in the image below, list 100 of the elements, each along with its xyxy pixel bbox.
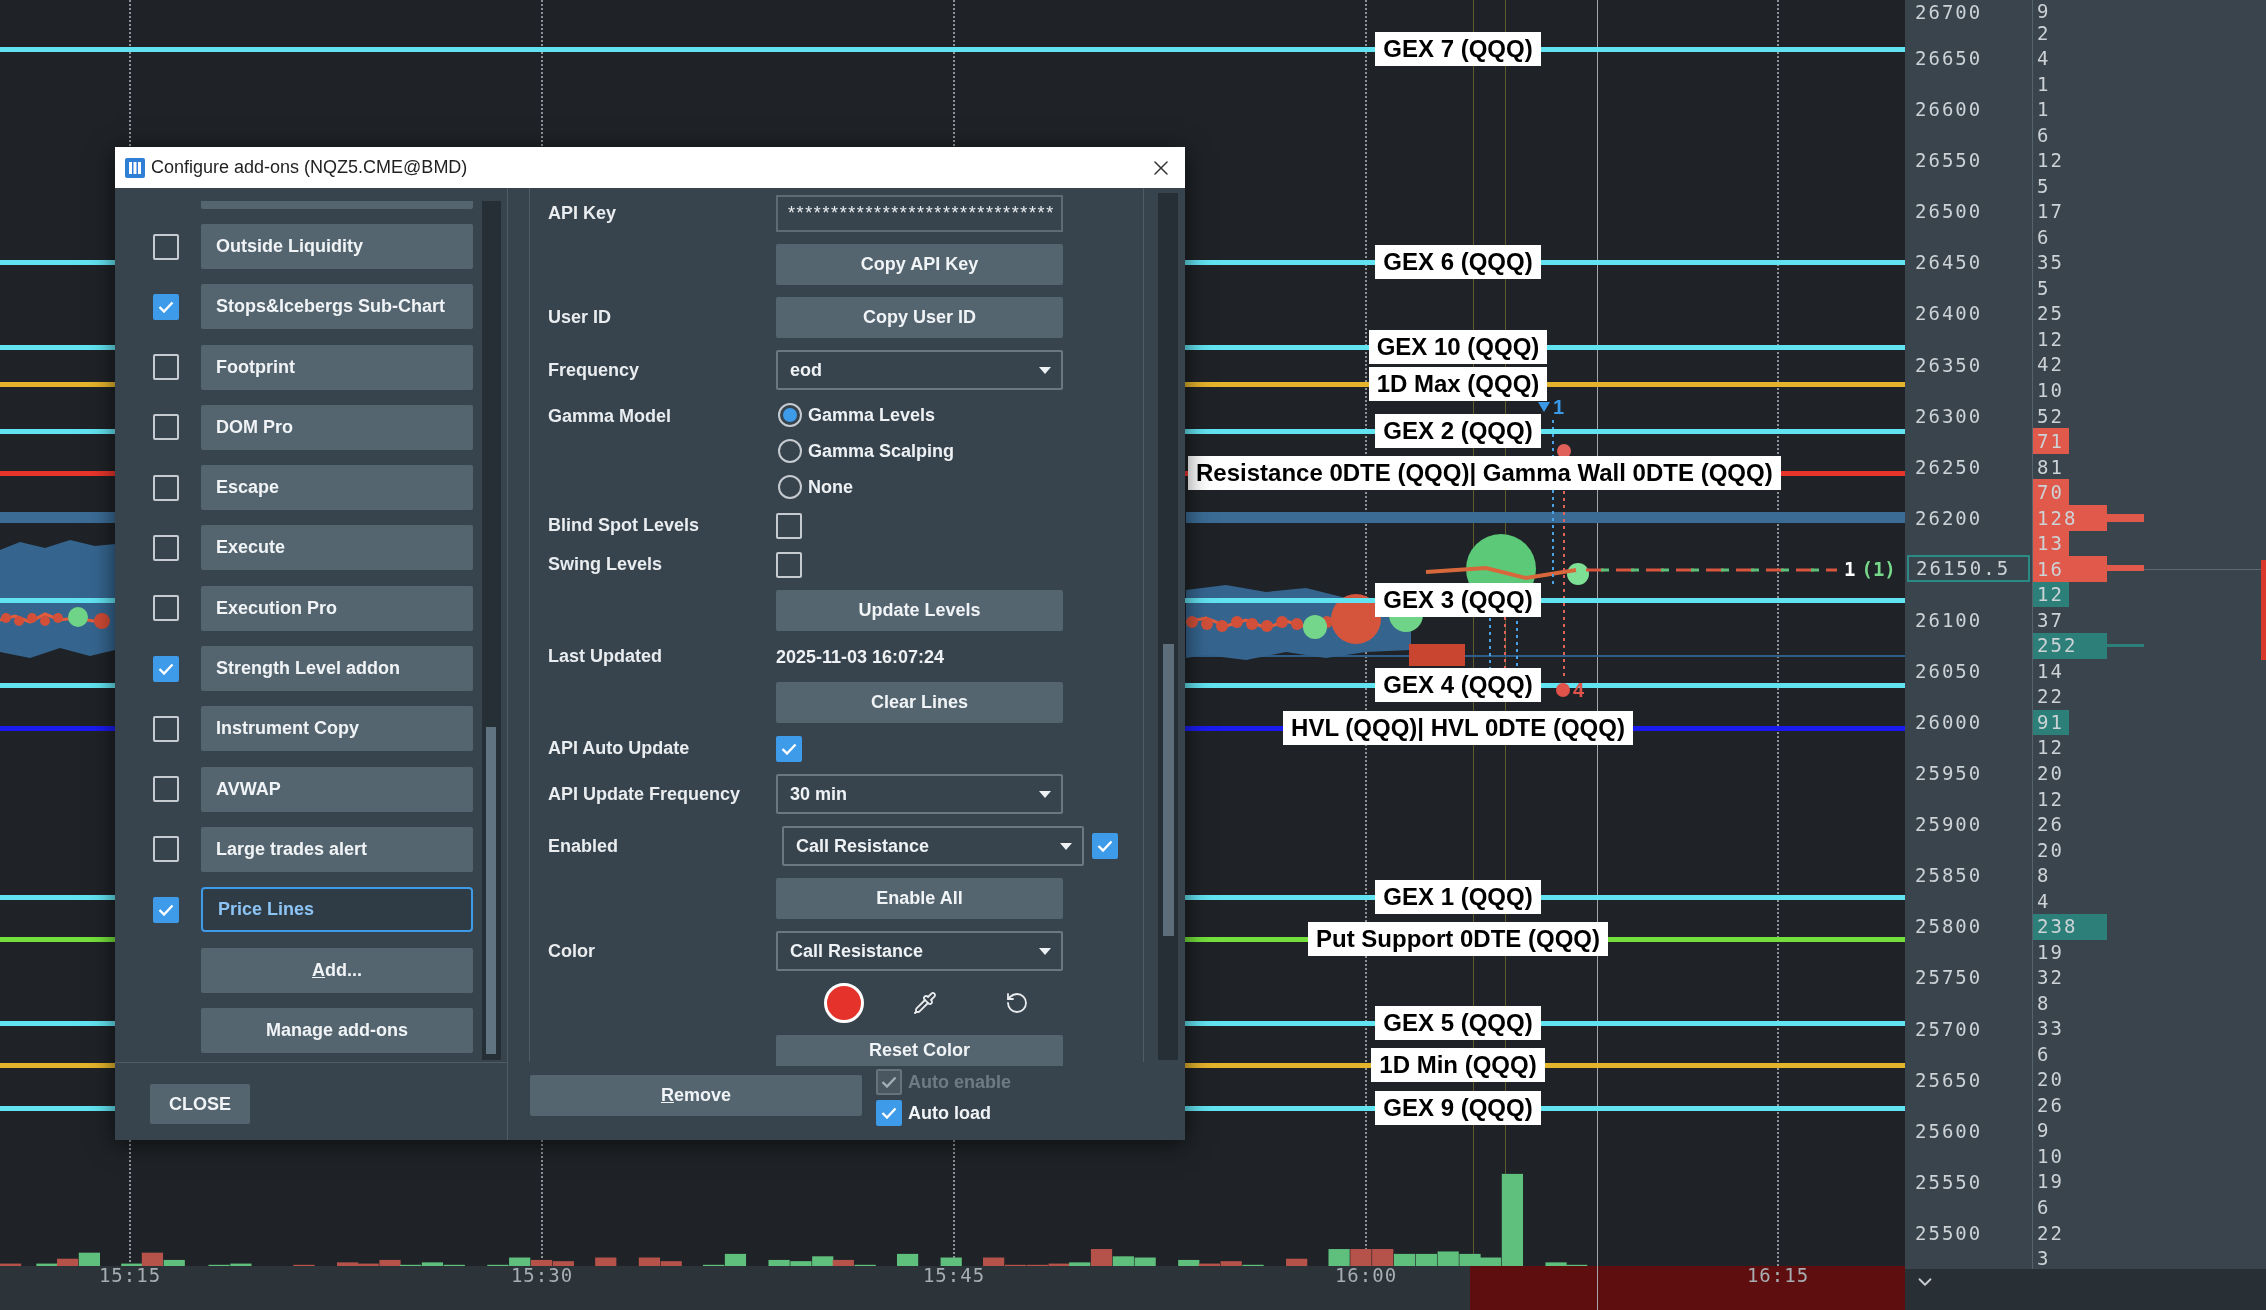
volume-count: 5 xyxy=(2037,174,2051,197)
level-label: GEX 9 (QQQ) xyxy=(1375,1091,1541,1125)
checkbox[interactable] xyxy=(153,655,179,682)
checkbox[interactable] xyxy=(153,233,179,260)
addon-action-button[interactable]: Add... xyxy=(201,947,473,993)
addon-item[interactable]: Instrument Copy xyxy=(201,706,473,752)
checkbox[interactable] xyxy=(153,474,179,501)
field-label: API Key xyxy=(548,203,617,223)
checkbox[interactable] xyxy=(776,551,802,578)
radio-option[interactable]: Gamma Levels xyxy=(778,402,955,428)
addon-action-button[interactable]: Manage add-ons xyxy=(201,1007,473,1053)
volume-count: 5 xyxy=(2037,276,2051,299)
addon-item[interactable]: Escape xyxy=(201,465,473,511)
volume-count: 20 xyxy=(2037,1068,2064,1091)
caret-icon xyxy=(1039,790,1051,798)
addon-item[interactable]: AVWAP xyxy=(201,766,473,812)
addon-item[interactable]: Outside Liquidity xyxy=(201,224,473,269)
checkbox[interactable] xyxy=(153,354,179,381)
circular-arrow-icon[interactable] xyxy=(1005,991,1029,1015)
level-label: Put Support 0DTE (QQQ) xyxy=(1308,922,1608,956)
level-label: GEX 4 (QQQ) xyxy=(1375,668,1541,702)
checkbox[interactable] xyxy=(153,836,179,863)
addon-item[interactable]: Footprint xyxy=(201,344,473,390)
radio-option[interactable]: None xyxy=(778,474,955,500)
addon-item[interactable]: Execution Pro xyxy=(201,585,473,631)
price-tick-label: 26000 xyxy=(1915,710,1983,735)
price-tick-label: 26050 xyxy=(1915,658,1983,683)
app-icon xyxy=(125,157,145,178)
close-dialog-button[interactable]: CLOSE xyxy=(150,1084,250,1124)
volume-count: 19 xyxy=(2037,940,2064,963)
checkmark-icon xyxy=(158,662,174,675)
addon-item[interactable]: DOM Pro xyxy=(201,404,473,450)
dropdown[interactable]: Call Resistance xyxy=(776,931,1063,971)
volume-count: 32 xyxy=(2037,966,2064,989)
price-tick-label: 26250 xyxy=(1915,454,1983,479)
volume-count: 33 xyxy=(2037,1017,2064,1040)
time-label: 15:30 xyxy=(510,1263,574,1288)
level-label: 1D Min (QQQ) xyxy=(1371,1048,1545,1082)
time-label: 16:15 xyxy=(1746,1263,1810,1288)
price-tick-label: 25850 xyxy=(1915,863,1983,888)
volume-count: 17 xyxy=(2037,200,2064,223)
level-label: GEX 5 (QQQ) xyxy=(1375,1006,1541,1040)
checkmark-icon xyxy=(881,1107,897,1119)
volume-count: 26 xyxy=(2037,1093,2064,1116)
addon-item[interactable]: Price Lines xyxy=(201,887,473,933)
addon-item[interactable]: Strength Level addon xyxy=(201,646,473,692)
dropdown[interactable]: 30 min xyxy=(776,774,1063,814)
price-tick-label: 25700 xyxy=(1915,1016,1983,1041)
checkmark-icon xyxy=(881,1076,897,1088)
scrollbar-thumb[interactable] xyxy=(1163,644,1174,936)
radio-option[interactable]: Gamma Scalping xyxy=(778,438,955,464)
addon-item[interactable]: Large trades alert xyxy=(201,826,473,872)
volume-count: 12 xyxy=(2037,149,2064,172)
checkbox[interactable] xyxy=(1092,833,1118,859)
checkbox[interactable] xyxy=(153,595,179,622)
password-field[interactable]: ******************************* xyxy=(776,195,1063,232)
field-label: Gamma Model xyxy=(548,406,672,426)
scrollbar-thumb[interactable] xyxy=(486,727,496,1054)
volume-count: 6 xyxy=(2037,1042,2051,1065)
price-tick-label: 25600 xyxy=(1915,1118,1983,1143)
settings-button[interactable]: Copy API Key xyxy=(776,244,1063,285)
time-label: 16:00 xyxy=(1334,1263,1398,1288)
checkbox[interactable] xyxy=(153,414,179,441)
settings-button[interactable]: Clear Lines xyxy=(776,682,1063,723)
dropdown[interactable]: eod xyxy=(776,350,1063,390)
level-label: HVL (QQQ)| HVL 0DTE (QQQ) xyxy=(1283,711,1633,745)
volume-count: 6 xyxy=(2037,1196,2051,1218)
addon-item[interactable]: Execute xyxy=(201,525,473,571)
color-swatch-icon[interactable] xyxy=(824,983,864,1023)
price-tick-label: 26500 xyxy=(1915,199,1983,224)
checkbox[interactable] xyxy=(153,715,179,742)
checkbox[interactable] xyxy=(153,535,179,561)
field-label: Frequency xyxy=(548,359,640,380)
checkbox[interactable] xyxy=(776,735,802,762)
eyedropper-icon[interactable] xyxy=(913,991,937,1015)
checkmark-icon xyxy=(158,903,174,916)
remove-button[interactable]: Remove xyxy=(530,1075,862,1116)
settings-button[interactable]: Reset Color xyxy=(776,1035,1063,1066)
price-tick-label: 25800 xyxy=(1915,914,1983,939)
addon-item[interactable]: Stops&Icebergs Sub-Chart xyxy=(201,284,473,330)
level-label: 1D Max (QQQ) xyxy=(1368,367,1548,401)
dropdown[interactable]: Call Resistance xyxy=(782,826,1084,866)
volume-count: 6 xyxy=(2037,225,2051,248)
checkbox[interactable] xyxy=(153,293,179,320)
settings-button[interactable]: Enable All xyxy=(776,878,1063,919)
position-detail: (1) xyxy=(1861,557,1896,581)
price-tick-label: 25900 xyxy=(1915,812,1983,837)
checkbox[interactable] xyxy=(153,776,179,803)
checkbox[interactable] xyxy=(776,512,802,539)
time-label: 15:45 xyxy=(922,1263,986,1288)
price-tick-label: 25950 xyxy=(1915,761,1983,786)
checkbox[interactable] xyxy=(876,1100,902,1126)
settings-button[interactable]: Copy User ID xyxy=(776,297,1063,338)
marker-count: 1 xyxy=(1553,396,1565,418)
option-label: Auto load xyxy=(908,1101,991,1125)
level-label: Resistance 0DTE (QQQ)| Gamma Wall 0DTE (QQQ) xyxy=(1188,456,1781,490)
volume-count: 42 xyxy=(2037,353,2064,376)
checkbox[interactable] xyxy=(153,896,179,923)
settings-button[interactable]: Update Levels xyxy=(776,590,1063,631)
position-size: 1 xyxy=(1844,557,1856,581)
